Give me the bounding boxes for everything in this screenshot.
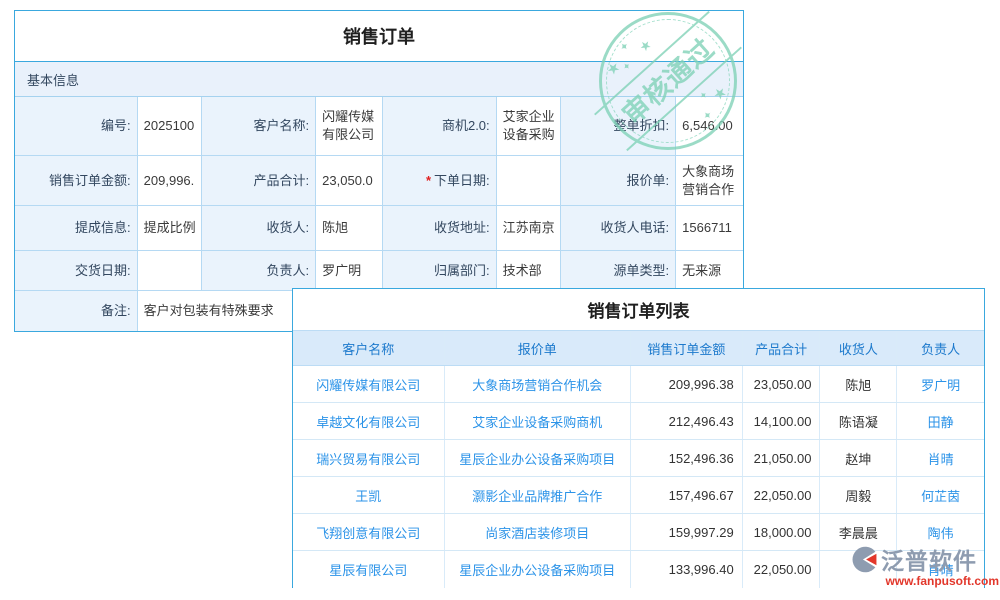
field-value-product-total: 23,050.0: [316, 156, 383, 206]
field-label-receiver: 收货人:: [202, 206, 316, 251]
cell-owner-link[interactable]: 何芷茵: [896, 477, 984, 513]
field-label-remark: 备注:: [15, 291, 138, 331]
col-header-receiver: 收货人: [819, 331, 896, 365]
cell-total: 21,050.00: [742, 440, 820, 476]
field-value-delivery-date[interactable]: [138, 251, 203, 291]
form-row-3: 提成信息: 提成比例 收货人: 陈旭 收货地址: 江苏南京 收货人电话: 156…: [15, 206, 743, 251]
field-label-owner: 负责人:: [202, 251, 316, 291]
field-label-source-type: 源单类型:: [561, 251, 676, 291]
field-value-department: 技术部: [497, 251, 562, 291]
field-value-owner: 罗广明: [316, 251, 383, 291]
field-value-address: 江苏南京: [497, 206, 562, 251]
field-value-order-no: 2025100: [138, 97, 203, 156]
cell-customer-link[interactable]: 瑞兴贸易有限公司: [293, 440, 444, 476]
field-value-receiver: 陈旭: [316, 206, 383, 251]
form-row-1: 编号: 2025100 客户名称: 闪耀传媒有限公司 商机2.0: 艾家企业设备…: [15, 97, 743, 156]
cell-customer-link[interactable]: 星辰有限公司: [293, 551, 444, 588]
cell-amount: 152,496.36: [630, 440, 742, 476]
cell-receiver: 周毅: [819, 477, 896, 513]
cell-owner-link[interactable]: 肖晴: [896, 440, 984, 476]
field-value-source-type: 无来源: [676, 251, 743, 291]
field-label-customer: 客户名称:: [202, 97, 316, 156]
col-header-customer: 客户名称: [293, 331, 444, 365]
field-value-commission: 提成比例: [138, 206, 203, 251]
cell-quotation-link[interactable]: 大象商场营销合作机会: [444, 366, 630, 402]
table-title: 销售订单列表: [293, 289, 984, 330]
cell-receiver: 赵坤: [819, 440, 896, 476]
cell-quotation-link[interactable]: 灏影企业品牌推广合作: [444, 477, 630, 513]
cell-receiver: 陈旭: [819, 366, 896, 402]
col-header-owner: 负责人: [896, 331, 984, 365]
field-value-customer: 闪耀传媒有限公司: [316, 97, 383, 156]
field-label-delivery-date: 交货日期:: [15, 251, 138, 291]
cell-total: 14,100.00: [742, 403, 820, 439]
cell-amount: 209,996.38: [630, 366, 742, 402]
field-label-product-total: 产品合计:: [202, 156, 316, 206]
cell-total: 18,000.00: [742, 514, 820, 550]
cell-total: 22,050.00: [742, 477, 820, 513]
field-value-opportunity: 艾家企业设备采购: [497, 97, 562, 156]
table-row: 卓越文化有限公司 艾家企业设备采购商机 212,496.43 14,100.00…: [293, 403, 984, 440]
field-label-order-date: *下单日期:: [383, 156, 497, 206]
vendor-watermark: 泛普软件 www.fanpusoft.com: [851, 542, 999, 588]
col-header-quotation: 报价单: [444, 331, 630, 365]
field-label-opportunity: 商机2.0:: [383, 97, 497, 156]
section-label: 基本信息: [27, 70, 79, 89]
page: 销售订单 基本信息 编号: 2025100 客户名称: 闪耀传媒有限公司 商机2…: [0, 0, 1000, 600]
cell-customer-link[interactable]: 王凯: [293, 477, 444, 513]
required-asterisk: *: [426, 172, 431, 190]
cell-customer-link[interactable]: 飞翔创意有限公司: [293, 514, 444, 550]
cell-customer-link[interactable]: 卓越文化有限公司: [293, 403, 444, 439]
cell-quotation-link[interactable]: 星辰企业办公设备采购项目: [444, 440, 630, 476]
table-row: 瑞兴贸易有限公司 星辰企业办公设备采购项目 152,496.36 21,050.…: [293, 440, 984, 477]
cell-total: 23,050.00: [742, 366, 820, 402]
cell-amount: 212,496.43: [630, 403, 742, 439]
field-label-phone: 收货人电话:: [561, 206, 676, 251]
field-label-order-no: 编号:: [15, 97, 138, 156]
col-header-amount: 销售订单金额: [630, 331, 742, 365]
field-value-order-date[interactable]: [497, 156, 562, 206]
cell-total: 22,050.00: [742, 551, 820, 588]
field-label-address: 收货地址:: [383, 206, 497, 251]
cell-owner-link[interactable]: 罗广明: [896, 366, 984, 402]
vendor-brand-name: 泛普软件: [881, 542, 977, 576]
cell-owner-link[interactable]: 田静: [896, 403, 984, 439]
field-value-quotation: 大象商场营销合作: [676, 156, 743, 206]
cell-amount: 133,996.40: [630, 551, 742, 588]
field-label-discount: 整单折扣:: [561, 97, 676, 156]
field-label-order-amount: 销售订单金额:: [15, 156, 138, 206]
field-value-discount: 6,546.00: [676, 97, 743, 156]
table-row: 王凯 灏影企业品牌推广合作 157,496.67 22,050.00 周毅 何芷…: [293, 477, 984, 514]
field-value-phone: 1566711: [676, 206, 743, 251]
vendor-url: www.fanpusoft.com: [851, 574, 999, 588]
cell-customer-link[interactable]: 闪耀传媒有限公司: [293, 366, 444, 402]
form-title: 销售订单: [15, 11, 743, 62]
form-row-4: 交货日期: 负责人: 罗广明 归属部门: 技术部 源单类型: 无来源: [15, 251, 743, 291]
cell-amount: 159,997.29: [630, 514, 742, 550]
cell-quotation-link[interactable]: 艾家企业设备采购商机: [444, 403, 630, 439]
field-value-order-amount: 209,996.: [138, 156, 203, 206]
cell-amount: 157,496.67: [630, 477, 742, 513]
field-label-commission: 提成信息:: [15, 206, 138, 251]
sales-order-form: 销售订单 基本信息 编号: 2025100 客户名称: 闪耀传媒有限公司 商机2…: [14, 10, 744, 332]
vendor-logo-icon: [851, 546, 878, 573]
cell-receiver: 陈语凝: [819, 403, 896, 439]
table-row: 闪耀传媒有限公司 大象商场营销合作机会 209,996.38 23,050.00…: [293, 366, 984, 403]
cell-quotation-link[interactable]: 星辰企业办公设备采购项目: [444, 551, 630, 588]
cell-quotation-link[interactable]: 尚家酒店装修项目: [444, 514, 630, 550]
field-label-department: 归属部门:: [383, 251, 497, 291]
section-header-basic-info[interactable]: 基本信息: [15, 62, 743, 97]
table-header-row: 客户名称 报价单 销售订单金额 产品合计 收货人 负责人: [293, 330, 984, 366]
form-row-2: 销售订单金额: 209,996. 产品合计: 23,050.0 *下单日期: 报…: [15, 156, 743, 206]
field-label-quotation: 报价单:: [561, 156, 676, 206]
col-header-total: 产品合计: [742, 331, 820, 365]
